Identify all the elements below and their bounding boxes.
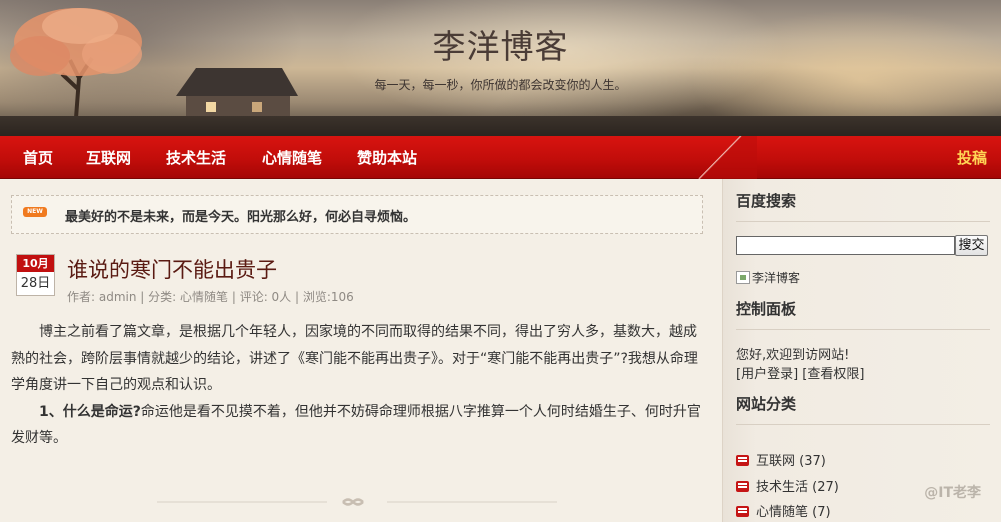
- meta-views-count: 106: [330, 290, 354, 304]
- permission-link[interactable]: [查看权限]: [802, 367, 864, 382]
- search-input[interactable]: [736, 236, 955, 255]
- login-link[interactable]: [用户登录]: [736, 367, 798, 382]
- new-badge-icon: NEW: [23, 207, 47, 217]
- watermark: @IT老李: [924, 485, 981, 501]
- broken-image-icon: [736, 271, 750, 284]
- nav-item-mood[interactable]: 心情随笔: [262, 147, 322, 168]
- category-label: 心情随笔 (7): [756, 505, 831, 520]
- notice-bar: NEW 最美好的不是未来，而是今天。阳光那么好，何必自寻烦恼。: [11, 195, 703, 234]
- meta-author-link[interactable]: admin: [99, 290, 137, 304]
- search-button[interactable]: 搜交: [955, 235, 988, 256]
- category-label: 技术生活 (27): [756, 480, 839, 495]
- category-item-internet[interactable]: 互联网 (37): [736, 450, 826, 469]
- post-date-month: 10月: [17, 255, 54, 272]
- post-meta: 作者: admin | 分类: 心情随笔 | 评论: 0人 | 浏览:106: [67, 288, 354, 305]
- header-ground: [0, 116, 1001, 136]
- post-divider-icon: [157, 498, 557, 506]
- post-paragraph-2: 1、什么是命运?命运他是看不见摸不着，但他并不妨碍命理师根据八字推算一个人何时结…: [11, 399, 703, 452]
- blog-image: 李洋博客: [736, 269, 800, 286]
- category-item-mood[interactable]: 心情随笔 (7): [736, 501, 831, 520]
- main-content: NEW 最美好的不是未来，而是今天。阳光那么好，何必自寻烦恼。 10月 28日 …: [0, 179, 722, 522]
- post-excerpt: 博主之前看了篇文章，是根据几个年轻人，因家境的不同而取得的结果不同，得出了穷人多…: [11, 319, 703, 452]
- site-subtitle: 每一天，每一秒，你所做的都会改变你的人生。: [374, 78, 627, 92]
- control-panel-rule: [736, 329, 990, 330]
- nav-item-internet[interactable]: 互联网: [86, 147, 131, 168]
- category-label: 互联网 (37): [756, 454, 826, 469]
- main-nav: 首页 互联网 技术生活 心情随笔 赞助本站 投稿: [0, 136, 1001, 179]
- post-paragraph-1: 博主之前看了篇文章，是根据几个年轻人，因家境的不同而取得的结果不同，得出了穷人多…: [11, 324, 698, 393]
- notice-text: 最美好的不是未来，而是今天。阳光那么好，何必自寻烦恼。: [65, 210, 417, 225]
- post-date-day: 28日: [20, 276, 51, 291]
- nav-item-home[interactable]: 首页: [23, 147, 53, 168]
- house-illustration: [176, 68, 298, 120]
- control-panel-title: 控制面板: [736, 300, 797, 318]
- search-widget-rule: [736, 221, 990, 222]
- meta-comments-link[interactable]: 0人: [272, 290, 292, 304]
- category-item-tech-life[interactable]: 技术生活 (27): [736, 476, 839, 495]
- category-icon: [736, 506, 749, 517]
- nav-slash-decoration: [698, 136, 757, 179]
- nav-submit-link[interactable]: 投稿: [957, 147, 987, 168]
- sidebar: 百度搜索 搜交 李洋博客 控制面板 您好,欢迎到访网站! [用户登录] [查看权…: [722, 179, 1001, 522]
- nav-item-sponsor[interactable]: 赞助本站: [357, 147, 417, 168]
- category-widget-rule: [736, 424, 990, 425]
- meta-comments-prefix: | 评论:: [228, 290, 272, 304]
- site-title[interactable]: 李洋博客: [0, 20, 1001, 68]
- post-title-link[interactable]: 谁说的寒门不能出贵子: [67, 254, 277, 284]
- meta-category-prefix: | 分类:: [136, 290, 180, 304]
- post-date-box: 10月 28日: [16, 254, 55, 296]
- auth-links: [用户登录] [查看权限]: [736, 363, 864, 382]
- blog-image-alt: 李洋博客: [752, 271, 801, 285]
- welcome-text: 您好,欢迎到访网站!: [736, 348, 850, 363]
- meta-views-prefix: | 浏览:: [291, 290, 331, 304]
- category-icon: [736, 481, 749, 492]
- search-widget-title: 百度搜索: [736, 192, 797, 210]
- meta-author-prefix: 作者:: [67, 290, 99, 304]
- category-icon: [736, 455, 749, 466]
- meta-category-link[interactable]: 心情随笔: [180, 290, 228, 304]
- nav-item-tech-life[interactable]: 技术生活: [166, 147, 226, 168]
- category-widget-title: 网站分类: [736, 395, 797, 413]
- site-header: 李洋博客 每一天，每一秒，你所做的都会改变你的人生。: [0, 0, 1001, 136]
- post-paragraph-2-heading: 1、什么是命运?: [39, 403, 141, 420]
